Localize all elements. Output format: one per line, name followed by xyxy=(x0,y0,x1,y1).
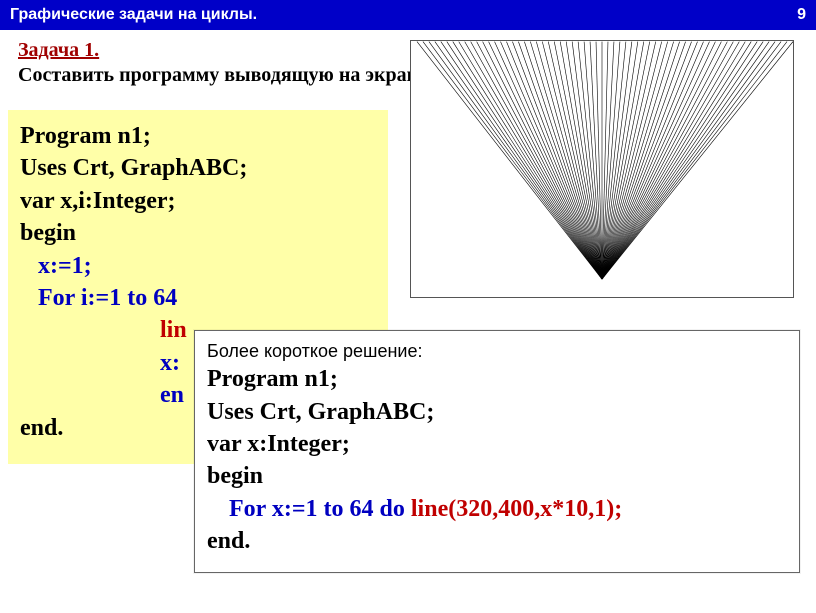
output-graphic xyxy=(410,40,794,298)
fan-svg xyxy=(411,41,793,297)
code-line: For x:=1 to 64 do line(320,400,x*10,1); xyxy=(207,493,787,525)
code-line: Program n1; xyxy=(20,120,376,152)
code-line: For i:=1 to 64 xyxy=(20,282,376,314)
code-line: begin xyxy=(207,460,787,492)
task-number: Задача 1. xyxy=(18,39,99,61)
code-block-2: Более короткое решение: Program n1; Uses… xyxy=(194,330,800,573)
header-title: Графические задачи на циклы. xyxy=(10,6,257,24)
code-line: var x:Integer; xyxy=(207,428,787,460)
page-number: 9 xyxy=(797,6,806,24)
code-fragment: For x:=1 to 64 do xyxy=(229,496,411,522)
code-fragment: line(320,400,x*10,1); xyxy=(411,496,622,522)
code-line: Uses Crt, GraphABC; xyxy=(20,152,376,184)
code-line: begin xyxy=(20,217,376,249)
code-line: x:=1; xyxy=(20,250,376,282)
code-line: end. xyxy=(207,525,787,557)
code-line: Uses Crt, GraphABC; xyxy=(207,396,787,428)
code-fragment: For i:=1 to 64 xyxy=(38,285,177,311)
shorter-solution-caption: Более короткое решение: xyxy=(207,339,787,363)
code-line: Program n1; xyxy=(207,363,787,395)
page-header: Графические задачи на циклы. 9 xyxy=(0,0,816,30)
code-line: var x,i:Integer; xyxy=(20,185,376,217)
